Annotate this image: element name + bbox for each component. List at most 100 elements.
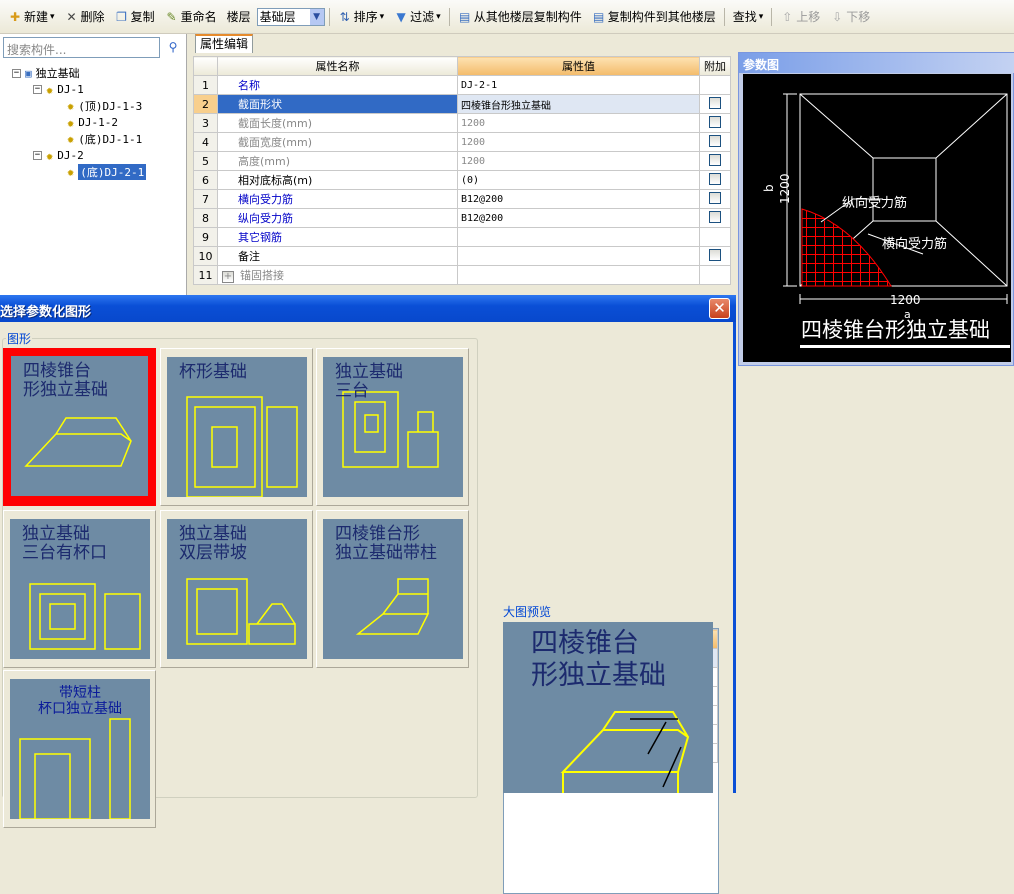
- property-value[interactable]: 1200: [457, 113, 700, 133]
- chevron-down-icon: ▼: [309, 8, 324, 25]
- expand-icon[interactable]: +: [222, 271, 234, 283]
- collapse-icon[interactable]: −: [33, 85, 42, 94]
- extra-checkbox[interactable]: [709, 134, 721, 147]
- shape-option[interactable]: 四棱锥台 形独立基础: [3, 348, 156, 506]
- toolbar-item-4-button[interactable]: 楼层: [223, 6, 255, 28]
- toolbar-new-button[interactable]: ✚ 新建 ▾: [4, 6, 59, 28]
- tree-node-label: DJ-1: [57, 83, 84, 96]
- arrow-up-icon: ⇧: [782, 9, 793, 24]
- extra-cell: [699, 227, 731, 247]
- property-value[interactable]: [457, 246, 700, 266]
- property-value[interactable]: (0): [457, 170, 700, 190]
- copy-from-floor-icon: ▤: [459, 9, 471, 24]
- shape-option[interactable]: 独立基础 三台: [316, 348, 469, 506]
- tree-node[interactable]: ✹ (顶)DJ-1-3: [54, 97, 142, 115]
- tree-node[interactable]: ✹ (底)DJ-2-1: [54, 163, 147, 181]
- collapse-icon[interactable]: −: [12, 68, 21, 78]
- property-value[interactable]: 1200: [457, 132, 700, 152]
- property-value[interactable]: [457, 265, 700, 285]
- tree-node-label: DJ-1-2: [78, 116, 118, 129]
- toolbar-delete-x-button[interactable]: ✕ 删除: [61, 6, 109, 28]
- tree-node[interactable]: ✹ DJ-1-2: [54, 114, 118, 132]
- filter-icon: ▼: [396, 9, 406, 24]
- property-row[interactable]: 6 相对底标高(m) (0): [193, 170, 731, 190]
- tree-node[interactable]: ✹ (底)DJ-1-1: [54, 130, 142, 148]
- extra-cell: [699, 113, 731, 133]
- property-name: 截面宽度(mm): [217, 132, 458, 152]
- tree-node-label: (底)DJ-1-1: [78, 133, 143, 146]
- component-icon: ✹: [46, 82, 54, 97]
- property-value[interactable]: B12@200: [457, 189, 700, 209]
- shape-thumbnail: 带短柱 杯口独立基础: [10, 679, 150, 819]
- toolbar-filter-button[interactable]: ▼ 过滤 ▾: [390, 6, 445, 28]
- dim-b-label: b: [762, 184, 776, 192]
- shape-thumbnail: 四棱锥台形 独立基础带柱: [323, 519, 463, 659]
- property-row[interactable]: 3 截面长度(mm) 1200: [193, 113, 731, 133]
- toolbar-copy-from-floor-button[interactable]: ▤ 从其他楼层复制构件: [454, 6, 586, 28]
- tree-node-label: 独立基础: [35, 67, 80, 80]
- shape-option[interactable]: 独立基础 双层带坡: [160, 510, 313, 668]
- property-row[interactable]: 8 纵向受力筋 B12@200: [193, 208, 731, 228]
- extra-checkbox[interactable]: [709, 96, 721, 109]
- property-row[interactable]: 7 横向受力筋 B12@200: [193, 189, 731, 209]
- property-row[interactable]: 4 截面宽度(mm) 1200: [193, 132, 731, 152]
- toolbar-copy-to-floor-button[interactable]: ▤ 复制构件到其他楼层: [588, 6, 720, 28]
- extra-cell: [699, 94, 731, 114]
- toolbar-item-9-button[interactable]: 查找 ▾: [729, 6, 768, 28]
- close-button[interactable]: ✕: [709, 298, 730, 319]
- search-icon[interactable]: ⚲: [162, 37, 184, 58]
- property-value[interactable]: DJ-2-1: [457, 75, 700, 95]
- shape-title: 独立基础 三台: [335, 362, 403, 401]
- toolbar-rename-button[interactable]: ✎ 重命名: [161, 6, 221, 28]
- toolbar-arrow-down-button[interactable]: ⇩ 下移: [826, 6, 874, 28]
- extra-checkbox[interactable]: [709, 191, 721, 204]
- row-number: 4: [193, 132, 218, 152]
- property-name: 纵向受力筋: [217, 208, 458, 228]
- toolbar-copy-button[interactable]: ❐ 复制: [111, 6, 159, 28]
- component-icon: ✹: [67, 132, 75, 146]
- extra-checkbox[interactable]: [709, 172, 721, 185]
- floor-value: 基础层: [259, 10, 296, 24]
- property-name: 横向受力筋: [217, 189, 458, 209]
- header-value: 属性值: [457, 56, 700, 76]
- tree-node[interactable]: − ✹ DJ-2: [33, 147, 84, 165]
- property-row[interactable]: 2 截面形状 四棱锥台形独立基础: [193, 94, 731, 114]
- toolbar-sort-az-button[interactable]: ⇅ 排序 ▾: [334, 6, 389, 28]
- property-row[interactable]: 1 名称 DJ-2-1: [193, 75, 731, 95]
- parameter-diagram: b 1200 1200 a 纵向受力筋 横向受力筋 四棱锥台形独立基础: [743, 74, 1011, 362]
- dropdown-arrow-icon: ▾: [50, 11, 55, 22]
- shape-option[interactable]: 带短柱 杯口独立基础: [3, 670, 156, 828]
- extra-cell: [699, 132, 731, 152]
- row-number: 2: [193, 94, 218, 114]
- property-value[interactable]: 四棱锥台形独立基础: [457, 94, 700, 114]
- shape-thumbnail: 独立基础 三台有杯口: [10, 519, 150, 659]
- extra-checkbox[interactable]: [709, 248, 721, 261]
- toolbar-arrow-up-button[interactable]: ⇧ 上移: [776, 6, 824, 28]
- property-row[interactable]: 11 + 锚固搭接: [193, 265, 731, 285]
- large-preview: 四棱锥台 形独立基础: [503, 622, 713, 793]
- extra-checkbox[interactable]: [709, 210, 721, 223]
- shape-option[interactable]: 独立基础 三台有杯口: [3, 510, 156, 668]
- property-value[interactable]: [457, 227, 700, 247]
- extra-checkbox[interactable]: [709, 115, 721, 128]
- property-value[interactable]: B12@200: [457, 208, 700, 228]
- extra-checkbox[interactable]: [709, 153, 721, 166]
- tab-property-edit[interactable]: 属性编辑: [195, 34, 253, 53]
- tree-node[interactable]: − ▣ 独立基础: [12, 64, 80, 82]
- property-row[interactable]: 10 备注: [193, 246, 731, 266]
- search-input[interactable]: 搜索构件...: [3, 37, 160, 58]
- header-name: 属性名称: [217, 56, 458, 76]
- rebar-trans-label: 横向受力筋: [882, 236, 947, 252]
- shape-option[interactable]: 四棱锥台形 独立基础带柱: [316, 510, 469, 668]
- shape-option[interactable]: 杯形基础: [160, 348, 313, 506]
- property-value[interactable]: 1200: [457, 151, 700, 171]
- toolbar-label: 查找: [732, 10, 757, 24]
- tree-node[interactable]: − ✹ DJ-1: [33, 81, 84, 99]
- collapse-icon[interactable]: −: [33, 151, 42, 160]
- select-parametric-shape-dialog: 选择参数化图形 ✕ 图形 四棱锥台 形独立基础 杯形基础 独立基础 三台 独立基础 三…: [0, 295, 736, 894]
- property-row[interactable]: 9 其它钢筋: [193, 227, 731, 247]
- property-row[interactable]: 5 高度(mm) 1200: [193, 151, 731, 171]
- component-icon: ✹: [67, 115, 75, 130]
- floor-select[interactable]: 基础层 ▼: [256, 7, 325, 26]
- tree-node-label: DJ-2: [57, 149, 84, 162]
